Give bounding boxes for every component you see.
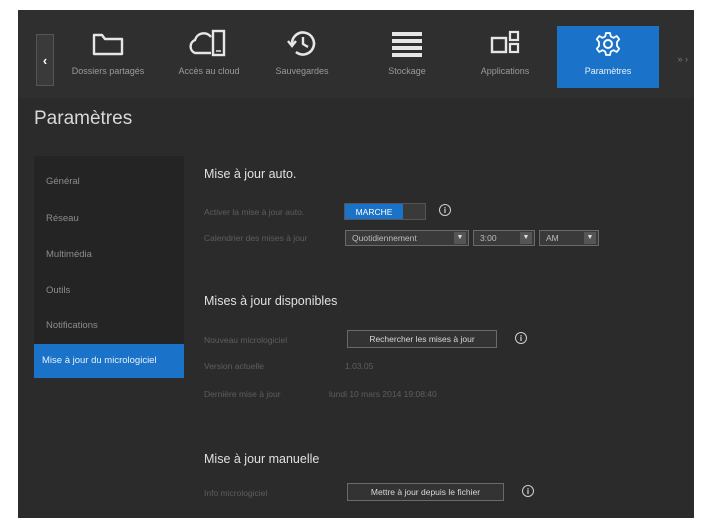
nav-label: Accès au cloud [178, 66, 240, 76]
auto-update-title: Mise à jour auto. [204, 167, 297, 181]
ampm-select[interactable]: AM ▼ [539, 230, 599, 246]
frequency-select[interactable]: Quotidiennement ▼ [345, 230, 469, 246]
chevron-down-icon: ▼ [454, 232, 466, 244]
nav-label: Stockage [388, 66, 426, 76]
sidebar-item-firmware-update[interactable]: Mise à jour du micrologiciel [34, 344, 184, 378]
top-navigation: ‹ Dossiers partagés Accès au cloud Sauve… [18, 10, 694, 98]
frequency-value: Quotidiennement [352, 233, 417, 243]
storage-icon [385, 26, 429, 62]
sidebar-item-notifications[interactable]: Notifications [34, 314, 184, 338]
nav-label: Paramètres [584, 66, 632, 76]
app-frame: ‹ Dossiers partagés Accès au cloud Sauve… [18, 10, 694, 518]
auto-update-toggle[interactable]: MARCHE [344, 203, 426, 220]
info-icon[interactable]: i [439, 204, 451, 216]
chevron-down-icon: ▼ [520, 232, 532, 244]
history-icon [280, 26, 324, 62]
toggle-on-label: MARCHE [345, 204, 403, 219]
manual-update-title: Mise à jour manuelle [204, 452, 320, 466]
update-schedule-label: Calendrier des mises à jour [204, 233, 308, 243]
nav-next-indicator[interactable]: » › [677, 54, 688, 64]
page-title: Paramètres [34, 108, 133, 129]
nav-item-storage[interactable]: Stockage [374, 26, 440, 88]
ampm-value: AM [546, 233, 559, 243]
nav-item-cloud-access[interactable]: Accès au cloud [170, 26, 248, 88]
settings-sidebar: Général Réseau Multimédia Outils Notific… [34, 156, 184, 378]
nav-item-settings[interactable]: Paramètres [557, 26, 659, 88]
last-update-label: Dernière mise à jour [204, 389, 281, 399]
last-update-value: lundi 10 mars 2014 19:08:40 [329, 389, 437, 399]
nav-item-backups[interactable]: Sauvegardes [264, 26, 340, 88]
enable-auto-update-label: Activer la mise à jour auto. [204, 207, 305, 217]
nav-item-applications[interactable]: Applications [468, 26, 542, 88]
chevron-down-icon: ▼ [584, 232, 596, 244]
nav-label: Applications [480, 66, 530, 76]
check-updates-button[interactable]: Rechercher les mises à jour [347, 330, 497, 348]
nav-back-button[interactable]: ‹ [36, 34, 54, 86]
folder-icon [86, 26, 130, 62]
current-version-value: 1.03.05 [345, 361, 374, 371]
gear-icon [586, 26, 630, 62]
sidebar-item-multimedia[interactable]: Multimédia [34, 243, 184, 267]
firmware-info-label: Info micrologiciel [204, 488, 268, 498]
sidebar-item-tools[interactable]: Outils [34, 279, 184, 303]
nav-label: Dossiers partagés [71, 66, 145, 76]
info-icon[interactable]: i [515, 332, 527, 344]
apps-icon [483, 26, 527, 62]
available-updates-title: Mises à jour disponibles [204, 294, 338, 308]
current-version-label: Version actuelle [204, 361, 265, 371]
nav-label: Sauvegardes [275, 66, 329, 76]
new-firmware-label: Nouveau micrologiciel [204, 335, 288, 345]
sidebar-item-general[interactable]: Général [34, 170, 184, 194]
sidebar-item-network[interactable]: Réseau [34, 207, 184, 231]
time-value: 3:00 [480, 233, 497, 243]
update-from-file-button[interactable]: Mettre à jour depuis le fichier [347, 483, 504, 501]
time-select[interactable]: 3:00 ▼ [473, 230, 535, 246]
nav-item-shared-folders[interactable]: Dossiers partagés [64, 26, 152, 88]
cloud-device-icon [187, 26, 231, 62]
info-icon[interactable]: i [522, 485, 534, 497]
toggle-off-side [403, 204, 425, 219]
